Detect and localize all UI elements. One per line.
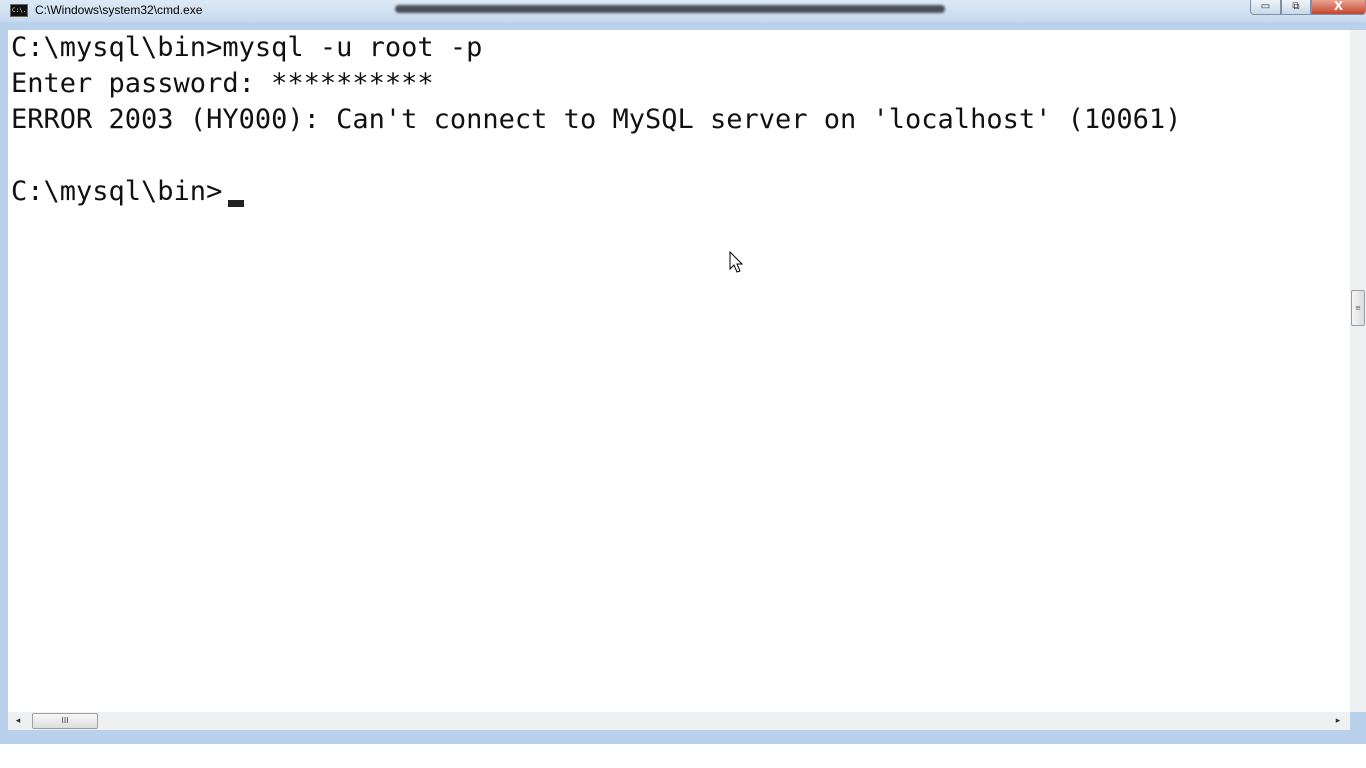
text-cursor: [228, 200, 244, 207]
scroll-right-arrow-icon[interactable]: ▸: [1330, 713, 1346, 729]
vertical-scrollbar[interactable]: [1350, 30, 1366, 712]
horizontal-scroll-thumb[interactable]: III: [32, 713, 98, 729]
console-line: ERROR 2003 (HY000): Can't connect to MyS…: [11, 104, 1182, 135]
console-line: Enter password: **********: [11, 68, 434, 99]
minimize-button[interactable]: ▭: [1250, 0, 1281, 15]
vertical-scroll-thumb[interactable]: ≡: [1351, 290, 1365, 326]
scroll-left-arrow-icon[interactable]: ◂: [10, 713, 26, 729]
window-title: C:\Windows\system32\cmd.exe: [35, 3, 203, 17]
desktop-strip: [0, 744, 1366, 768]
console-prompt: C:\mysql\bin>: [11, 176, 223, 207]
maximize-button[interactable]: ⧉: [1281, 0, 1311, 15]
title-bar[interactable]: C:\. C:\Windows\system32\cmd.exe ▭ ⧉ X: [0, 0, 1366, 22]
horizontal-scrollbar[interactable]: [8, 712, 1350, 730]
console-output[interactable]: C:\mysql\bin>mysql -u root -p Enter pass…: [8, 30, 1350, 712]
cmd-app-icon[interactable]: C:\.: [10, 4, 28, 17]
window-bottom-border: [0, 730, 1366, 744]
cmd-window: C:\. C:\Windows\system32\cmd.exe ▭ ⧉ X C…: [0, 0, 1366, 744]
mouse-pointer-icon: [729, 251, 744, 273]
close-button[interactable]: X: [1311, 0, 1366, 15]
console-line: C:\mysql\bin>mysql -u root -p: [11, 32, 483, 63]
blurred-title-region: [395, 5, 945, 13]
